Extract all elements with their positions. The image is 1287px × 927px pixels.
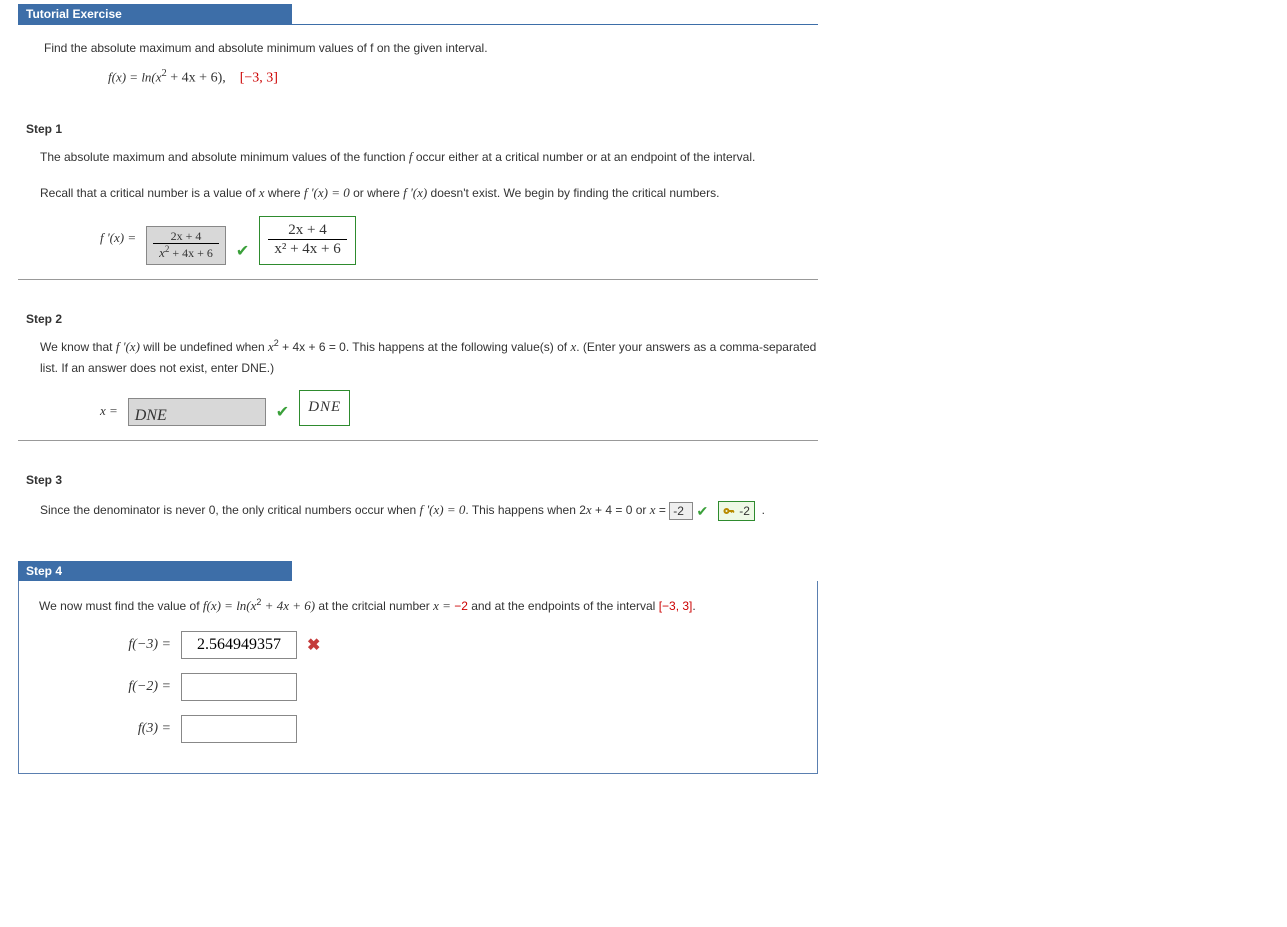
eval-label-1: f(−2) = bbox=[109, 679, 171, 695]
s1-den2: x² + 4x + 6 bbox=[268, 240, 346, 260]
s1-p2b: where bbox=[265, 186, 304, 200]
s4-interval: [−3, 3] bbox=[659, 599, 693, 613]
s2-fprime: f '(x) bbox=[116, 339, 140, 354]
s2-correct-answer-box: DNE bbox=[299, 390, 350, 426]
s4-p1c: and at the endpoints of the interval bbox=[468, 599, 659, 613]
s1-fprime2: f '(x) bbox=[403, 185, 427, 200]
s2-confirm: DNE bbox=[308, 399, 341, 415]
s2-xeq: x = bbox=[100, 400, 118, 422]
s1-p2d: doesn't exist. We begin by finding the c… bbox=[427, 186, 719, 200]
prompt-text: Find the absolute maximum and absolute m… bbox=[44, 41, 488, 55]
s2-p1b: will be undefined when bbox=[140, 340, 268, 354]
s3-confirm: -2 bbox=[739, 499, 750, 523]
step3-heading: Step 3 bbox=[26, 473, 818, 487]
s4-fx2: + 4x + 6) bbox=[261, 598, 315, 613]
s4-p1a: We now must find the value of bbox=[39, 599, 203, 613]
s1-num1: 2x + 4 bbox=[153, 229, 219, 244]
s4-p1b: at the critcial number bbox=[315, 599, 433, 613]
s1-p1a: The absolute maximum and absolute minimu… bbox=[40, 150, 409, 164]
step3-body: Since the denominator is never 0, the on… bbox=[40, 497, 818, 525]
s1-p2c: or where bbox=[350, 186, 403, 200]
s3-dot: . bbox=[762, 503, 765, 517]
step2-heading: Step 2 bbox=[26, 312, 818, 326]
s1-correct-answer-box: 2x + 4 x² + 4x + 6 bbox=[259, 216, 355, 265]
step2-body: We know that f '(x) will be undefined wh… bbox=[40, 336, 818, 426]
eval-input-0[interactable] bbox=[181, 631, 297, 659]
s2-user-answer-box[interactable]: DNE bbox=[128, 398, 266, 426]
eval-input-2[interactable] bbox=[181, 715, 297, 743]
eval-label-0: f(−3) = bbox=[109, 637, 171, 653]
s4-xval: −2 bbox=[454, 599, 468, 613]
eval-input-1[interactable] bbox=[181, 673, 297, 701]
s3-fprime: f '(x) = 0 bbox=[420, 502, 466, 517]
s4-xeq: x = bbox=[433, 598, 454, 613]
s1-lhs: f '(x) = bbox=[100, 227, 136, 249]
step4-body: We now must find the value of f(x) = ln(… bbox=[18, 581, 818, 774]
s2-entry: DNE bbox=[135, 402, 247, 422]
check-icon: ✔ bbox=[697, 503, 709, 519]
tutorial-header: Tutorial Exercise bbox=[18, 4, 818, 25]
s1-fprime1: f '(x) = 0 bbox=[304, 185, 350, 200]
s3-p1a: Since the denominator is never 0, the on… bbox=[40, 503, 420, 517]
exercise-prompt: Find the absolute maximum and absolute m… bbox=[44, 39, 818, 90]
step1-heading: Step 1 bbox=[26, 122, 818, 136]
step1-body: The absolute maximum and absolute minimu… bbox=[40, 146, 818, 265]
s3-p1b: . This happens when 2 bbox=[465, 503, 586, 517]
s3-correct-answer-box: -2 bbox=[718, 501, 755, 521]
s3-p1c: + 4 = 0 or bbox=[592, 503, 650, 517]
s2-eq-b: + 4x + 6 = 0. bbox=[279, 340, 349, 354]
s1-p1b: occur either at a critical number or at … bbox=[412, 150, 755, 164]
s1-den1b: + 4x + 6 bbox=[169, 246, 213, 260]
cross-icon: ✖ bbox=[307, 635, 320, 655]
prompt-fx-a: f(x) = ln(x bbox=[108, 70, 162, 85]
s3-eq: = bbox=[656, 503, 670, 517]
eval-label-2: f(3) = bbox=[109, 721, 171, 737]
s1-num2: 2x + 4 bbox=[268, 221, 346, 240]
s4-fx1: f(x) = ln(x bbox=[203, 598, 257, 613]
s1-user-answer-box[interactable]: 2x + 4 x2 + 4x + 6 bbox=[146, 226, 226, 265]
s2-p1a: We know that bbox=[40, 340, 116, 354]
s3-user-answer-box[interactable]: -2 bbox=[669, 502, 693, 520]
s2-p1c: This happens at the following value(s) o… bbox=[349, 340, 570, 354]
prompt-interval: [−3, 3] bbox=[240, 71, 278, 86]
eval-row-1: f(−2) = bbox=[109, 673, 797, 701]
check-icon: ✔ bbox=[276, 399, 289, 426]
key-icon bbox=[723, 505, 735, 517]
eval-row-0: f(−3) = ✖ bbox=[109, 631, 797, 659]
s1-p2a: Recall that a critical number is a value… bbox=[40, 186, 259, 200]
check-icon: ✔ bbox=[236, 238, 249, 265]
tutorial-title: Tutorial Exercise bbox=[18, 4, 292, 24]
step4-heading: Step 4 bbox=[18, 561, 292, 581]
s4-p1d: . bbox=[692, 599, 695, 613]
eval-row-2: f(3) = bbox=[109, 715, 797, 743]
prompt-fx-b: + 4x + 6), bbox=[167, 71, 226, 86]
